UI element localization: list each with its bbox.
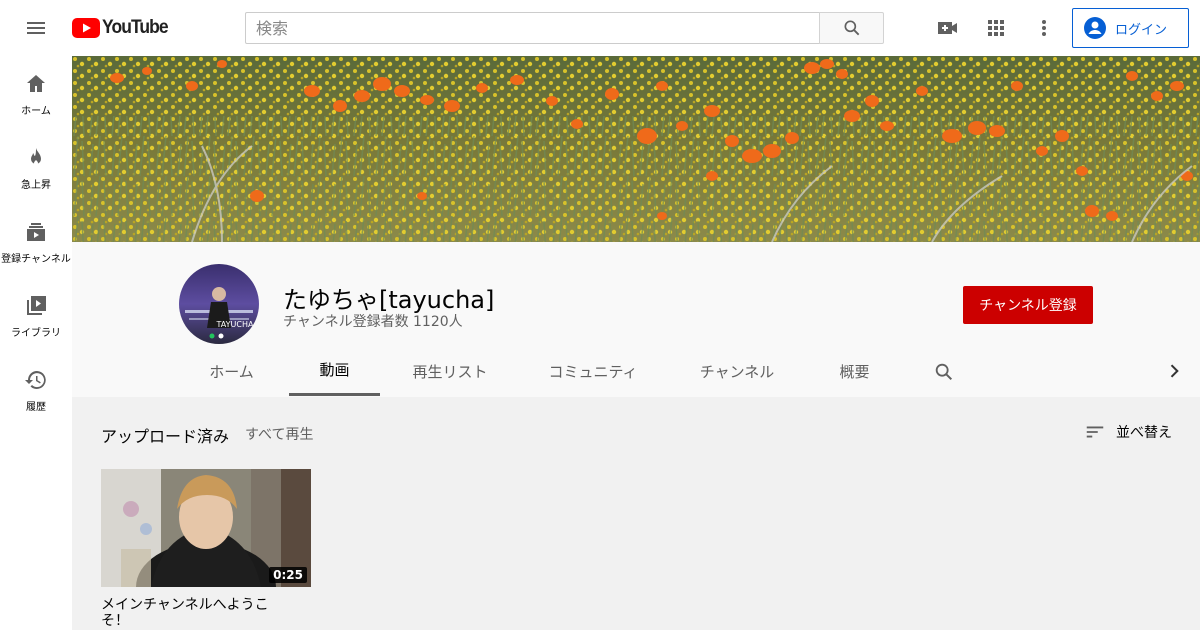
search-button[interactable] bbox=[819, 12, 884, 44]
sidebar-item-label: 登録チャンネル bbox=[1, 254, 71, 265]
tab-playlists[interactable]: 再生リスト bbox=[396, 346, 504, 396]
sidebar-item-home[interactable]: ホーム bbox=[0, 56, 72, 130]
channel-avatar[interactable]: TAYUCHA bbox=[179, 264, 259, 344]
youtube-play-logo-icon bbox=[72, 18, 100, 38]
hamburger-menu-icon bbox=[27, 22, 45, 34]
subscribe-button[interactable]: チャンネル登録 bbox=[963, 286, 1093, 324]
apps-grid-icon bbox=[988, 20, 1004, 36]
tab-videos[interactable]: 動画 bbox=[289, 346, 380, 396]
history-icon bbox=[25, 371, 46, 389]
video-duration: 0:25 bbox=[269, 567, 307, 583]
sidebar-item-label: ホーム bbox=[21, 106, 51, 117]
login-button[interactable]: ログイン bbox=[1072, 8, 1189, 48]
masthead: YouTube ログイン bbox=[0, 0, 1200, 56]
apps-button[interactable] bbox=[976, 8, 1016, 48]
play-all-link[interactable]: すべて再生 bbox=[245, 424, 313, 444]
channel-name: たゆちゃ[tayucha] bbox=[283, 286, 495, 314]
video-thumbnail[interactable]: 0:25 bbox=[101, 469, 311, 587]
sort-button[interactable]: 並べ替え bbox=[1084, 421, 1172, 443]
sidebar-item-label: 履歴 bbox=[26, 402, 46, 413]
section-title: アップロード済み bbox=[101, 427, 230, 446]
channel-tabs: ホーム 動画 再生リスト コミュニティ チャンネル 概要 bbox=[72, 346, 1200, 397]
tab-channels[interactable]: チャンネル bbox=[687, 346, 787, 396]
create-video-button[interactable] bbox=[928, 8, 968, 48]
account-circle-icon bbox=[1084, 17, 1106, 39]
sidebar-item-trending[interactable]: 急上昇 bbox=[0, 130, 72, 204]
tab-community[interactable]: コミュニティ bbox=[536, 346, 650, 396]
avatar-logo-text: TAYUCHA bbox=[216, 320, 254, 329]
tabs-scroll-right-button[interactable] bbox=[1162, 359, 1186, 383]
video-camera-add-icon bbox=[938, 22, 957, 34]
sort-label: 並べ替え bbox=[1116, 425, 1172, 441]
sidebar-item-subscriptions[interactable]: 登録チャンネル bbox=[0, 204, 72, 278]
settings-more-button[interactable] bbox=[1024, 8, 1064, 48]
sidebar-item-label: ライブラリ bbox=[11, 328, 61, 339]
sort-icon bbox=[1086, 426, 1104, 438]
youtube-logo[interactable]: YouTube bbox=[72, 16, 173, 40]
library-icon bbox=[27, 296, 46, 315]
fire-icon bbox=[31, 148, 41, 165]
video-title[interactable]: メインチャンネルへようこそ！ bbox=[101, 597, 281, 629]
search-icon bbox=[935, 363, 953, 381]
sidebar-item-history[interactable]: 履歴 bbox=[0, 352, 72, 426]
search-icon bbox=[844, 20, 859, 36]
search-box bbox=[245, 12, 820, 44]
guide-menu-button[interactable] bbox=[16, 8, 56, 48]
logo-text: YouTube bbox=[102, 17, 169, 38]
sidebar-item-label: 急上昇 bbox=[21, 180, 51, 191]
home-icon bbox=[27, 75, 45, 92]
videos-content: アップロード済み すべて再生 並べ替え 0:25 メインチャンネルへようこそ！ bbox=[72, 397, 1200, 630]
channel-search-button[interactable] bbox=[930, 358, 958, 386]
subscriptions-icon bbox=[27, 223, 45, 241]
tab-home[interactable]: ホーム bbox=[190, 346, 273, 396]
more-vertical-icon bbox=[1042, 20, 1046, 36]
mini-guide-sidebar: ホーム 急上昇 登録チャンネル ライブラリ 履歴 bbox=[0, 56, 72, 630]
tab-about[interactable]: 概要 bbox=[827, 346, 882, 396]
login-label: ログイン bbox=[1115, 22, 1168, 38]
sidebar-item-library[interactable]: ライブラリ bbox=[0, 278, 72, 352]
subscriber-count: チャンネル登録者数 1120人 bbox=[283, 314, 463, 330]
channel-banner-image bbox=[72, 56, 1200, 242]
chevron-right-icon bbox=[1170, 364, 1179, 378]
search-input[interactable] bbox=[256, 18, 819, 38]
